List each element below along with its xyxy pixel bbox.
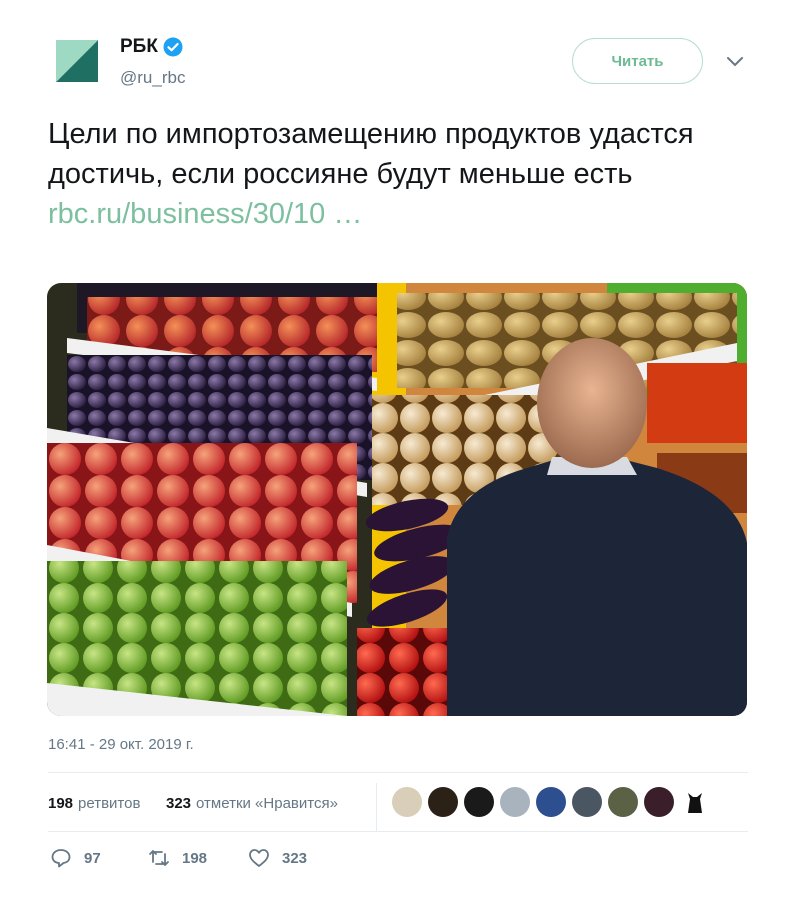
divider	[48, 831, 748, 832]
likes-stat[interactable]: 323 отметки «Нравится»	[166, 795, 338, 812]
likes-count: 323	[166, 795, 192, 812]
retweet-button[interactable]: 198	[148, 847, 207, 869]
cat-avatar-icon	[688, 793, 702, 813]
heart-icon	[249, 849, 269, 867]
tweet-header: РБК @ru_rbc Читать	[48, 34, 758, 94]
divider	[48, 772, 748, 773]
author-handle[interactable]: @ru_rbc	[120, 68, 185, 88]
liker-avatar[interactable]	[608, 787, 638, 817]
like-count: 323	[282, 849, 308, 867]
like-button[interactable]: 323	[248, 847, 307, 869]
chevron-down-icon[interactable]	[726, 56, 744, 68]
liker-avatars	[392, 787, 716, 817]
liker-avatar[interactable]	[464, 787, 494, 817]
liker-avatar[interactable]	[572, 787, 602, 817]
retweet-icon	[149, 850, 169, 866]
tweet-stats: 198 ретвитов 323 отметки «Нравится»	[48, 783, 748, 831]
retweets-count: 198	[48, 795, 74, 812]
reply-button[interactable]: 97	[50, 847, 101, 869]
tweet-actions: 97 198 323	[48, 847, 448, 877]
tweet-link[interactable]: rbc.ru/business/30/10 …	[48, 194, 748, 234]
liker-avatar[interactable]	[644, 787, 674, 817]
liker-avatar[interactable]	[392, 787, 422, 817]
likes-label: отметки «Нравится»	[196, 795, 338, 812]
liker-avatar[interactable]	[500, 787, 530, 817]
liker-avatar[interactable]	[428, 787, 458, 817]
reply-icon	[51, 849, 71, 868]
tweet-timestamp[interactable]: 16:41 - 29 окт. 2019 г.	[48, 736, 194, 753]
retweet-count: 198	[182, 849, 208, 867]
follow-button[interactable]: Читать	[572, 38, 703, 84]
reply-count: 97	[84, 849, 101, 867]
tweet-text: Цели по импортозамещению продуктов удаст…	[48, 114, 748, 234]
retweets-stat[interactable]: 198 ретвитов	[48, 795, 140, 812]
liker-avatar[interactable]	[680, 787, 710, 817]
rbc-logo-avatar[interactable]	[56, 40, 98, 82]
produce-stand-photo	[47, 283, 747, 716]
tweet-photo[interactable]	[47, 283, 747, 716]
stats-separator	[376, 783, 377, 831]
tweet-body: Цели по импортозамещению продуктов удаст…	[48, 118, 694, 190]
verified-badge-icon	[163, 37, 183, 57]
author-name[interactable]: РБК	[120, 36, 158, 58]
liker-avatar[interactable]	[536, 787, 566, 817]
retweets-label: ретвитов	[78, 795, 141, 812]
